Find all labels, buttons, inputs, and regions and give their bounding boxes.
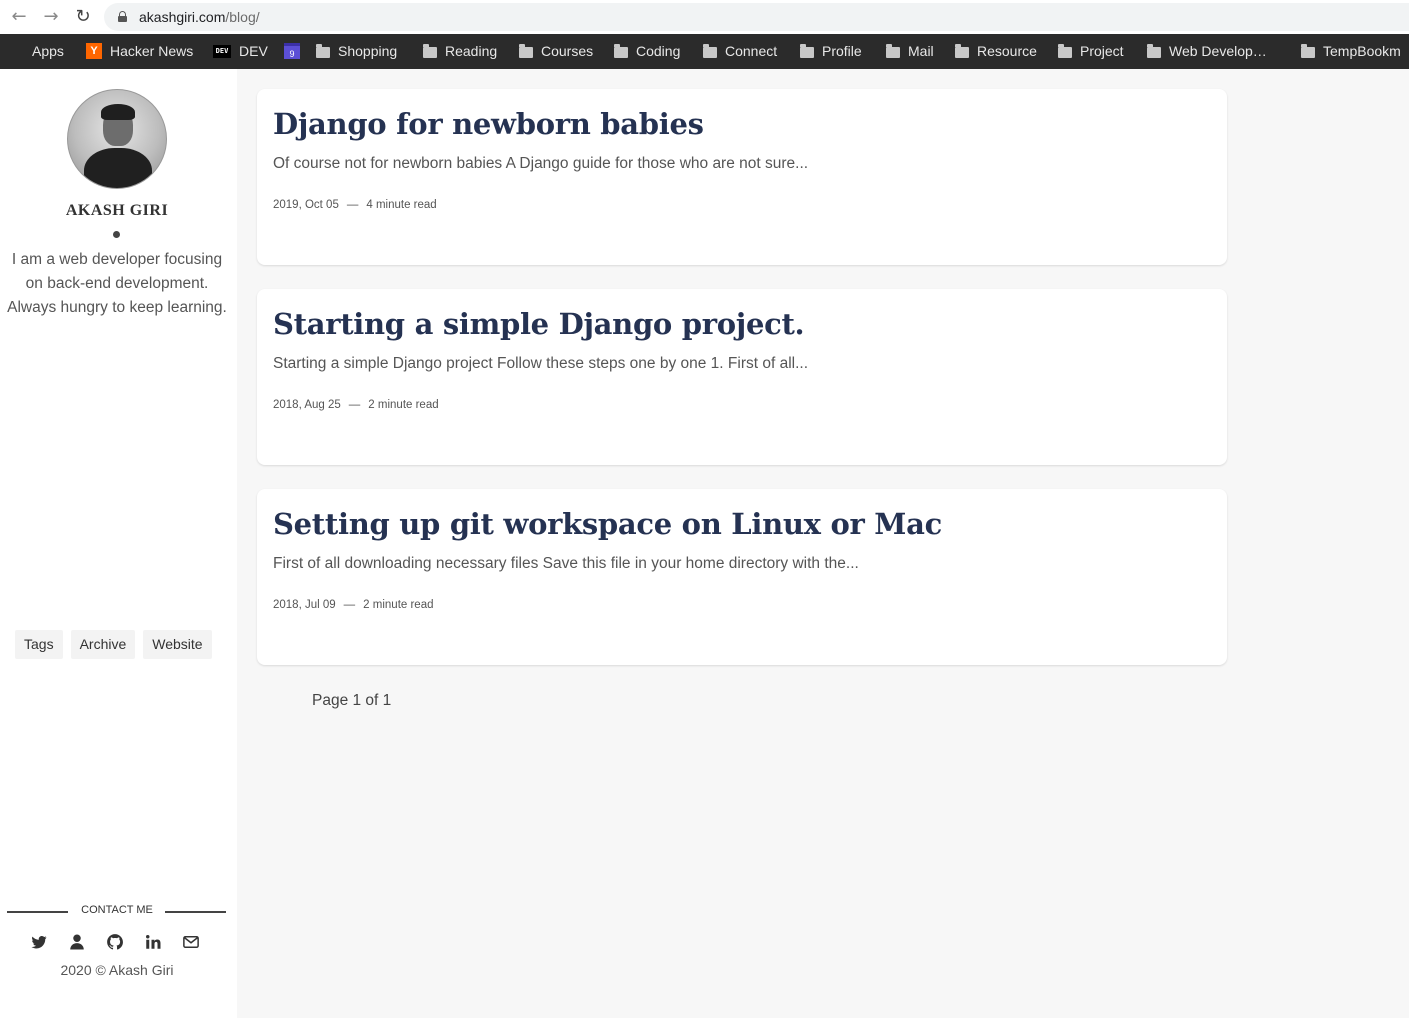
bookmark-label: Coding (636, 43, 681, 59)
dev-icon: DEV (213, 44, 231, 58)
mail-icon[interactable] (182, 933, 200, 951)
dot-divider (113, 231, 120, 238)
bookmark-label: Mail (908, 43, 934, 59)
folder-icon (1301, 43, 1315, 58)
bookmark-label: Hacker News (110, 43, 194, 59)
folder-icon (800, 43, 814, 58)
post-title[interactable]: Starting a simple Django project. (273, 307, 805, 341)
pagination: Page 1 of 1 (312, 692, 392, 709)
bookmark-mail[interactable]: Mail (886, 41, 934, 61)
bookmark-project[interactable]: Project (1058, 41, 1124, 61)
bookmark-label: Profile (822, 43, 862, 59)
author-bio: I am a web developer focusing on back-en… (7, 251, 227, 316)
bookmark-connect[interactable]: Connect (703, 41, 777, 61)
folder-icon (614, 43, 628, 58)
folder-icon (886, 43, 900, 58)
bookmark-apps[interactable]: Apps (11, 41, 64, 61)
bookmark-web-develop[interactable]: Web Develop… (1147, 41, 1267, 61)
post-read-time: 4 minute read (366, 199, 437, 211)
sidebar: AKASH GIRI I am a web developer focusing… (0, 69, 237, 1018)
social-links (30, 933, 200, 951)
bookmark-label: TempBookm (1323, 43, 1401, 59)
bookmark-hacker-news[interactable]: Y Hacker News (86, 41, 193, 61)
apps-icon (11, 45, 24, 58)
bookmark-label: Web Develop… (1169, 43, 1267, 59)
bookmark-courses[interactable]: Courses (519, 41, 593, 61)
bookmark-label: Resource (977, 43, 1037, 59)
user-icon[interactable] (68, 933, 86, 951)
folder-icon (519, 43, 533, 58)
post-excerpt: First of all downloading necessary files… (273, 555, 859, 572)
twitter-icon[interactable] (30, 933, 48, 951)
lock-icon (118, 11, 127, 22)
bookmark-label: Reading (445, 43, 498, 59)
bookmark-resource[interactable]: Resource (955, 41, 1037, 61)
sidebar-nav: Tags Archive Website (15, 630, 212, 659)
folder-icon (1147, 43, 1161, 58)
url-path: /blog/ (225, 9, 260, 25)
bookmark-profile[interactable]: Profile (800, 41, 862, 61)
copyright: 2020 © Akash Giri (60, 962, 174, 978)
bookmark-label: Project (1080, 43, 1124, 59)
github-icon[interactable] (106, 933, 124, 951)
website-link[interactable]: Website (143, 630, 212, 659)
bookmark-dev[interactable]: DEV DEV (213, 41, 268, 61)
folder-icon (955, 43, 969, 58)
bookmark-label: Connect (725, 43, 778, 59)
archive-link[interactable]: Archive (70, 630, 136, 659)
url-text[interactable]: akashgiri.com/blog/ (139, 9, 260, 25)
post-card[interactable]: Starting a simple Django project. Starti… (257, 289, 1227, 465)
address-bar[interactable]: akashgiri.com/blog/ (104, 3, 1409, 31)
post-date: 2018, Aug 25 (273, 399, 341, 411)
meta-separator: — (343, 599, 356, 611)
contact-heading: CONTACT ME (7, 903, 227, 919)
bookmark-calendar[interactable]: 9 (284, 41, 308, 61)
back-arrow-icon[interactable]: ← (8, 6, 30, 28)
contact-label: CONTACT ME (81, 904, 153, 916)
tags-link[interactable]: Tags (15, 630, 63, 659)
bookmarks-bar: Apps Y Hacker News DEV DEV 9 Shopping Re… (0, 34, 1409, 69)
calendar-icon: 9 (284, 43, 300, 59)
post-title[interactable]: Django for newborn babies (273, 107, 704, 141)
hacker-news-icon: Y (86, 43, 102, 59)
meta-separator: — (346, 199, 359, 211)
bookmark-tempbookm[interactable]: TempBookm (1301, 41, 1401, 61)
forward-arrow-icon[interactable]: → (40, 6, 62, 28)
folder-icon (703, 43, 717, 58)
bookmark-coding[interactable]: Coding (614, 41, 680, 61)
bookmark-shopping[interactable]: Shopping (316, 41, 397, 61)
bookmark-label: DEV (239, 43, 268, 59)
post-read-time: 2 minute read (368, 399, 439, 411)
bookmark-label: Apps (32, 43, 64, 59)
post-read-time: 2 minute read (363, 599, 434, 611)
post-excerpt: Starting a simple Django project Follow … (273, 355, 809, 372)
post-title[interactable]: Setting up git workspace on Linux or Mac (273, 507, 942, 541)
bookmark-label: Courses (541, 43, 594, 59)
post-date: 2018, Jul 09 (273, 599, 336, 611)
reload-icon[interactable]: ↻ (72, 6, 94, 28)
post-meta: 2018, Aug 25 — 2 minute read (273, 399, 439, 411)
linkedin-icon[interactable] (144, 933, 162, 951)
post-meta: 2018, Jul 09 — 2 minute read (273, 599, 434, 611)
folder-icon (423, 43, 437, 58)
post-list: Django for newborn babies Of course not … (257, 89, 1227, 689)
url-domain: akashgiri.com (139, 9, 226, 25)
bookmark-reading[interactable]: Reading (423, 41, 497, 61)
meta-separator: — (348, 399, 361, 411)
post-excerpt: Of course not for newborn babies A Djang… (273, 155, 809, 172)
author-name: AKASH GIRI (65, 202, 169, 219)
post-card[interactable]: Setting up git workspace on Linux or Mac… (257, 489, 1227, 665)
bookmark-label: Shopping (338, 43, 398, 59)
browser-toolbar: ← → ↻ akashgiri.com/blog/ (0, 0, 1409, 34)
post-card[interactable]: Django for newborn babies Of course not … (257, 89, 1227, 265)
post-meta: 2019, Oct 05 — 4 minute read (273, 199, 437, 211)
folder-icon (1058, 43, 1072, 58)
avatar (67, 89, 167, 189)
folder-icon (316, 43, 330, 58)
post-date: 2019, Oct 05 (273, 199, 339, 211)
